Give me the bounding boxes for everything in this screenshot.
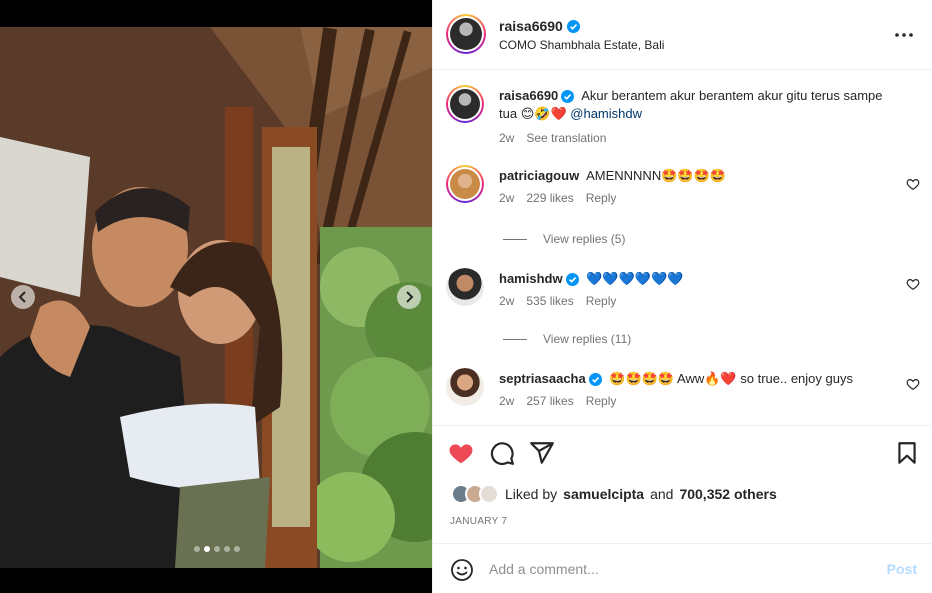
view-replies-label[interactable]: View replies (11) [543, 332, 631, 346]
commenter-username-row[interactable]: hamishdw [499, 270, 579, 288]
caption-emojis: 😊🤣❤️ [520, 107, 567, 122]
author-username-row[interactable]: raisa6690 [499, 18, 580, 34]
verified-badge-icon [588, 372, 602, 386]
caption-timestamp[interactable]: 2w [499, 131, 514, 145]
likes-and: and [650, 486, 674, 502]
chevron-left-icon [18, 291, 26, 303]
comment-meta: 2w 229 likes Reply [499, 191, 616, 205]
comments-list[interactable]: raisa6690 Akur berantem akur berantem ak… [433, 71, 932, 425]
view-replies-label[interactable]: View replies (5) [543, 232, 625, 246]
post-header: raisa6690 COMO Shambhala Estate, Bali [433, 0, 932, 70]
carousel-next-button[interactable] [397, 285, 421, 309]
comment-input[interactable] [489, 557, 869, 581]
more-options-button[interactable] [894, 25, 914, 45]
comment-item: patriciagouw AMENNNNN🤩🤩🤩🤩 2w 229 likes R… [446, 165, 920, 215]
comment-timestamp[interactable]: 2w [499, 394, 514, 408]
commenter-avatar[interactable] [446, 165, 484, 203]
comment-bubble-icon[interactable] [489, 440, 515, 466]
comment-emojis: 🔥❤️ [704, 372, 737, 387]
liker-avatars [451, 484, 499, 504]
post-actions: Liked by samuelcipta and 700,352 others … [433, 425, 932, 543]
comment-timestamp[interactable]: 2w [499, 191, 514, 205]
replies-divider-line [503, 338, 527, 340]
commenter-username-row[interactable]: septriasaacha [499, 370, 602, 388]
carousel-indicator [194, 546, 240, 552]
likes-count-link[interactable]: 700,352 others [679, 486, 776, 502]
comment-like-count[interactable]: 535 likes [526, 294, 573, 308]
comment-like-count[interactable]: 229 likes [526, 191, 573, 205]
comment-composer: Post [433, 543, 932, 593]
caption-avatar[interactable] [446, 85, 484, 123]
reply-button[interactable]: Reply [586, 394, 617, 408]
comment-text-block: hamishdw 💙💙💙💙💙💙 [499, 270, 899, 289]
verified-badge-icon [565, 272, 579, 286]
paper-plane-icon[interactable] [529, 440, 555, 466]
chevron-right-icon [406, 291, 414, 303]
photo-illustration [0, 27, 432, 568]
carousel-dot [214, 546, 220, 552]
caption-mention-link[interactable]: @hamishdw [570, 106, 642, 121]
verified-badge-icon [566, 19, 580, 33]
comment-text-block: septriasaacha 🤩🤩🤩🤩 Aww🔥❤️ so true.. enjo… [499, 370, 899, 389]
heart-filled-icon[interactable] [448, 440, 474, 466]
commenter-username[interactable]: septriasaacha [499, 370, 586, 388]
liker-avatar [479, 484, 499, 504]
bookmark-icon[interactable] [894, 440, 920, 466]
likes-summary[interactable]: Liked by samuelcipta and 700,352 others [451, 484, 777, 504]
post-date[interactable]: JANUARY 7 [450, 516, 507, 527]
caption-meta: 2w See translation [499, 131, 606, 145]
more-horizontal-icon [895, 33, 913, 37]
likes-prefix: Liked by [505, 486, 558, 502]
post-location[interactable]: COMO Shambhala Estate, Bali [499, 38, 664, 52]
caption-username[interactable]: raisa6690 [499, 87, 558, 105]
carousel-prev-button[interactable] [11, 285, 35, 309]
reply-button[interactable]: Reply [586, 294, 617, 308]
comment-text: Aww [677, 371, 705, 386]
comment-like-heart-icon[interactable] [906, 277, 920, 291]
view-replies-button[interactable]: View replies (11) [503, 332, 631, 346]
comment-emojis: 🤩🤩🤩🤩 [661, 169, 726, 184]
likes-user-link[interactable]: samuelcipta [563, 486, 644, 502]
verified-badge-icon [561, 89, 575, 103]
caption-item: raisa6690 Akur berantem akur berantem ak… [446, 85, 920, 145]
comment-meta: 2w 535 likes Reply [499, 294, 616, 308]
comment-like-count[interactable]: 257 likes [526, 394, 573, 408]
comment-timestamp[interactable]: 2w [499, 294, 514, 308]
carousel-dot [224, 546, 230, 552]
commenter-username[interactable]: patriciagouw [499, 167, 579, 185]
commenter-avatar[interactable] [446, 268, 484, 306]
comment-emojis: 🤩🤩🤩🤩 [609, 372, 675, 387]
replies-divider-line [503, 238, 527, 240]
post-photo[interactable] [0, 27, 432, 568]
author-avatar[interactable] [446, 14, 486, 54]
smiley-icon[interactable] [450, 558, 474, 582]
carousel-dot [234, 546, 240, 552]
comment-emojis: 💙💙💙💙💙💙 [586, 272, 684, 287]
comment-like-heart-icon[interactable] [906, 377, 920, 391]
caption-text-block: raisa6690 Akur berantem akur berantem ak… [499, 87, 899, 124]
comment-item: septriasaacha 🤩🤩🤩🤩 Aww🔥❤️ so true.. enjo… [446, 368, 920, 418]
commenter-username[interactable]: hamishdw [499, 270, 563, 288]
comment-text-block: patriciagouw AMENNNNN🤩🤩🤩🤩 [499, 167, 899, 186]
view-replies-button[interactable]: View replies (5) [503, 232, 625, 246]
comment-meta: 2w 257 likes Reply [499, 394, 616, 408]
comment-text: so true.. enjoy guys [740, 371, 853, 386]
caption-username-row[interactable]: raisa6690 [499, 87, 575, 105]
comment-text: AMENNNNN [586, 168, 662, 183]
comment-item: hamishdw 💙💙💙💙💙💙 2w 535 likes Reply [446, 268, 920, 318]
reply-button[interactable]: Reply [586, 191, 617, 205]
comment-like-heart-icon[interactable] [906, 177, 920, 191]
carousel-dot-active [204, 546, 210, 552]
author-username[interactable]: raisa6690 [499, 18, 563, 34]
see-translation-link[interactable]: See translation [526, 131, 606, 145]
post-side-panel: raisa6690 COMO Shambhala Estate, Bali ra… [432, 0, 932, 593]
post-media [0, 0, 432, 593]
commenter-avatar[interactable] [446, 368, 484, 406]
carousel-dot [194, 546, 200, 552]
post-comment-button[interactable]: Post [887, 561, 917, 577]
